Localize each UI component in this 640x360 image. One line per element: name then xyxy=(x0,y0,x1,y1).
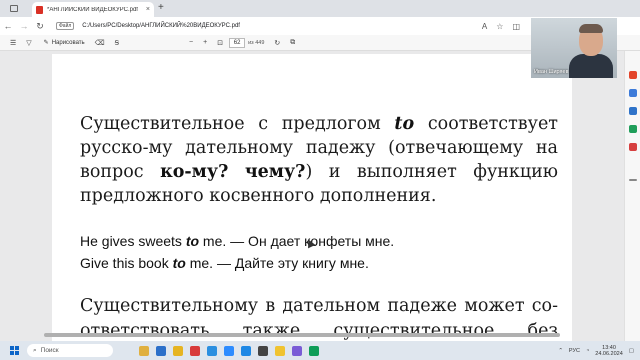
fit-page-icon[interactable]: ⊡ xyxy=(217,39,223,47)
url-field[interactable]: Файл C:/Users/PC/Desktop/АНГЛИЙСКИЙ%20ВИ… xyxy=(56,22,240,30)
file-chip: Файл xyxy=(56,22,75,30)
outlook-icon[interactable] xyxy=(629,107,637,115)
para1-text-c xyxy=(228,162,245,182)
task-view-icon[interactable] xyxy=(156,345,166,356)
horizontal-scrollbar[interactable] xyxy=(44,333,560,337)
telegram-icon[interactable] xyxy=(241,345,251,356)
search-icon: ⌕ xyxy=(33,346,37,354)
example-1-to: to xyxy=(185,233,200,249)
para1-text-a: Существительное с предлогом xyxy=(80,114,395,134)
tab-pdf[interactable]: *АНГЛИЙСКИЙ ВИДЕОКУРС.pdf × xyxy=(32,2,154,17)
document-area[interactable]: Существительное с предлогом to соответст… xyxy=(0,51,624,341)
search-placeholder: Поиск xyxy=(40,347,59,354)
tab-strip: *АНГЛИЙСКИЙ ВИДЕОКУРС.pdf × + xyxy=(0,0,640,17)
example-2-pre: Give this book xyxy=(80,255,173,271)
webcam-overlay: Иван Ширяев xyxy=(531,18,617,78)
example-2: Give this book to me. — Дайте эту книгу … xyxy=(80,255,369,271)
skype-icon[interactable] xyxy=(207,345,217,356)
back-icon[interactable]: ← xyxy=(0,21,16,31)
eraser-icon[interactable]: ⌫ xyxy=(95,39,105,47)
zoom-out-button[interactable]: − xyxy=(189,39,193,46)
favorite-icon[interactable]: ☆ xyxy=(496,22,503,31)
presenter-name: Иван Ширяев xyxy=(534,69,569,75)
split-screen-icon[interactable]: ◫ xyxy=(512,22,520,31)
clock[interactable]: 13:40 24.06.2024 xyxy=(595,345,623,357)
presenter-hair xyxy=(579,24,603,33)
presenter-body xyxy=(569,54,613,78)
page-view-icon[interactable]: ⧉ xyxy=(290,39,295,47)
text-icon[interactable]: Ꞩ xyxy=(115,39,119,47)
close-tab-icon[interactable]: × xyxy=(146,6,150,13)
windows-start-icon[interactable] xyxy=(10,346,19,355)
draw-button[interactable]: ✎ Нарисовать xyxy=(43,39,85,47)
example-2-to: to xyxy=(172,255,186,271)
read-aloud-icon[interactable]: A xyxy=(482,22,487,31)
tab-actions-icon[interactable] xyxy=(10,5,18,12)
url-text: C:/Users/PC/Desktop/АНГЛИЙСКИЙ%20ВИДЕОКУ… xyxy=(82,23,240,29)
taskbar-apps xyxy=(139,345,319,356)
draw-label: Нарисовать xyxy=(51,39,85,46)
zoom-icon[interactable] xyxy=(224,345,234,356)
screen: *АНГЛИЙСКИЙ ВИДЕОКУРС.pdf × + ← → ↻ Файл… xyxy=(0,0,640,360)
file-explorer-icon[interactable] xyxy=(173,345,183,356)
drop-icon[interactable] xyxy=(629,143,637,151)
rotate-icon[interactable]: ↻ xyxy=(274,39,280,47)
pdf-icon xyxy=(36,5,43,14)
add-icon[interactable] xyxy=(629,179,637,181)
para1-question-1: ко-му? xyxy=(160,162,229,182)
example-1-pre: He gives sweets xyxy=(80,233,186,249)
taskbar: ⌕ Поиск ⌃ РУС ◔ 13:40 24.06.2024 ▢ xyxy=(0,341,640,360)
notes-icon[interactable] xyxy=(275,345,285,356)
games-icon[interactable] xyxy=(629,125,637,133)
zoom-in-button[interactable]: + xyxy=(203,39,207,46)
example-1-post: me. — Он дает конфеты мне. xyxy=(199,233,395,249)
wifi-icon[interactable]: ◔ xyxy=(586,348,589,354)
pdf-page: Существительное с предлогом to соответст… xyxy=(52,54,572,341)
notifications-icon[interactable]: ▢ xyxy=(629,348,634,354)
app-icon[interactable] xyxy=(292,345,302,356)
page-number-input[interactable]: 62 xyxy=(229,37,246,48)
yandex-icon[interactable] xyxy=(190,345,200,356)
paragraph-1: Существительное с предлогом to соответст… xyxy=(80,112,558,208)
system-tray: ⌃ РУС ◔ 13:40 24.06.2024 ▢ xyxy=(558,341,634,360)
page-total: из 449 xyxy=(248,39,265,46)
para1-question-2: чему? xyxy=(244,162,306,182)
office-icon[interactable] xyxy=(629,71,637,79)
forward-icon[interactable]: → xyxy=(16,21,32,31)
language-indicator[interactable]: РУС xyxy=(569,348,580,354)
example-1: He gives sweets to me. — Он дает конфеты… xyxy=(80,233,394,249)
tools-icon[interactable] xyxy=(629,89,637,97)
widgets-icon[interactable] xyxy=(139,345,149,356)
clock-date: 24.06.2024 xyxy=(595,350,623,357)
para1-to: to xyxy=(394,114,415,134)
edge-sidebar xyxy=(624,51,640,341)
example-2-post: me. — Дайте эту книгу мне. xyxy=(185,255,369,271)
tab-title: *АНГЛИЙСКИЙ ВИДЕОКУРС.pdf xyxy=(47,6,138,13)
tray-chevron-icon[interactable]: ⌃ xyxy=(558,348,563,354)
highlight-icon[interactable]: ▽ xyxy=(26,39,31,47)
obs-icon[interactable] xyxy=(258,345,268,356)
edge-browser-icon[interactable] xyxy=(309,345,319,356)
refresh-icon[interactable]: ↻ xyxy=(32,21,48,32)
contents-icon[interactable]: ☰ xyxy=(10,39,16,47)
address-actions: A ☆ ◫ xyxy=(482,17,520,35)
taskbar-search-input[interactable]: ⌕ Поиск xyxy=(27,344,113,357)
new-tab-button[interactable]: + xyxy=(158,2,164,13)
pen-icon: ✎ xyxy=(43,40,49,46)
